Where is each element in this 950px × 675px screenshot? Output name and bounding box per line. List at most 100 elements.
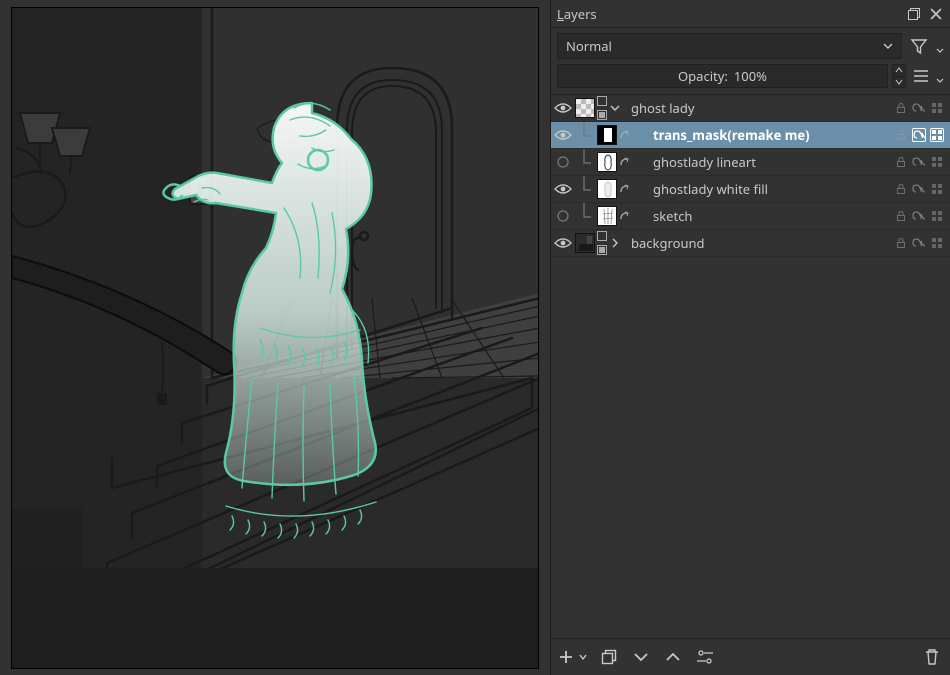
opacity-increment[interactable] (893, 65, 905, 77)
layer-row[interactable]: sketch (551, 203, 950, 230)
tree-elbow-icon (575, 122, 597, 149)
close-panel-icon[interactable] (928, 6, 944, 22)
opacity-value: 100% (734, 67, 767, 85)
layer-name-label[interactable]: trans_mask(remake me) (643, 126, 894, 144)
passthrough-icon[interactable] (595, 230, 609, 257)
duplicate-layer-button[interactable] (599, 647, 619, 667)
chevron-down-icon (883, 41, 893, 51)
tree-elbow-icon (575, 176, 597, 203)
inherit-alpha-icon[interactable] (617, 122, 631, 149)
opacity-spinbox (892, 64, 906, 88)
layer-thumb-area (575, 176, 617, 203)
alpha-indicator-icon[interactable] (912, 182, 926, 196)
visibility-off-icon[interactable] (551, 209, 575, 223)
panel-footer (551, 639, 950, 675)
move-layer-up-button[interactable] (663, 647, 683, 667)
layer-name-label[interactable]: ghostlady white fill (643, 180, 894, 198)
channel-indicator-icon[interactable] (930, 155, 944, 169)
layer-thumb-area (575, 233, 595, 253)
layer-name-label[interactable]: background (621, 234, 894, 252)
alpha-indicator-icon[interactable] (912, 128, 926, 142)
lock-icon[interactable] (894, 209, 908, 223)
panel-menu-caret-icon[interactable] (936, 67, 944, 85)
expand-placeholder (631, 149, 643, 176)
layer-indicator-group (894, 182, 950, 196)
canvas-area (0, 0, 550, 675)
layer-thumbnail (597, 125, 617, 145)
layer-row[interactable]: ghostlady lineart (551, 149, 950, 176)
layer-properties-button[interactable] (695, 647, 715, 667)
layer-name-label[interactable]: sketch (643, 207, 894, 225)
lock-icon[interactable] (894, 182, 908, 196)
layer-thumbnail (575, 233, 595, 253)
blend-mode-select[interactable]: Normal (557, 33, 902, 59)
visibility-eye-icon[interactable] (551, 236, 575, 250)
layer-row[interactable]: ghostlady white fill (551, 176, 950, 203)
tree-elbow-icon (575, 149, 597, 176)
layer-thumbnail (597, 152, 617, 172)
lock-icon[interactable] (894, 155, 908, 169)
layer-indicator-group (894, 236, 950, 250)
channel-indicator-icon[interactable] (930, 209, 944, 223)
lock-icon[interactable] (894, 101, 908, 115)
channel-indicator-icon[interactable] (930, 182, 944, 196)
layer-thumb-area (575, 122, 617, 149)
lock-icon[interactable] (894, 128, 908, 142)
add-layer-button[interactable] (559, 647, 587, 667)
layer-row[interactable]: ghost lady (551, 95, 950, 122)
float-panel-icon[interactable] (906, 6, 922, 22)
layer-thumbnail (597, 206, 617, 226)
visibility-eye-icon[interactable] (551, 101, 575, 115)
channel-indicator-icon[interactable] (930, 236, 944, 250)
layer-thumb-area (575, 149, 617, 176)
inherit-alpha-icon[interactable] (617, 203, 631, 230)
blend-mode-value: Normal (566, 37, 612, 55)
expand-right-icon[interactable] (609, 230, 621, 257)
panel-top-row: Normal (551, 28, 950, 64)
visibility-eye-icon[interactable] (551, 182, 575, 196)
layer-indicator-group (894, 155, 950, 169)
expand-placeholder (631, 203, 643, 230)
channel-indicator-icon[interactable] (930, 101, 944, 115)
visibility-off-icon[interactable] (551, 155, 575, 169)
panel-titlebar: Layers (551, 0, 950, 28)
delete-layer-button[interactable] (922, 647, 942, 667)
passthrough-icon[interactable] (595, 95, 609, 122)
layer-indicator-group (894, 128, 950, 142)
layer-thumbnail (597, 179, 617, 199)
panel-title: Layers (557, 5, 900, 23)
expand-placeholder (631, 122, 643, 149)
layer-list[interactable]: ghost lady trans_mask(remake me) ghostlady… (551, 94, 950, 639)
opacity-slider[interactable]: Opacity: 100% (557, 64, 888, 88)
opacity-decrement[interactable] (893, 77, 905, 88)
alpha-indicator-icon[interactable] (912, 236, 926, 250)
layer-thumbnail (575, 98, 595, 118)
move-layer-down-button[interactable] (631, 647, 651, 667)
layer-thumb-area (575, 203, 617, 230)
expand-down-icon[interactable] (609, 95, 621, 122)
layer-row[interactable]: trans_mask(remake me) (551, 122, 950, 149)
opacity-row: Opacity: 100% (551, 64, 950, 94)
tree-elbow-icon (575, 203, 597, 230)
lock-icon[interactable] (894, 236, 908, 250)
channel-indicator-icon[interactable] (930, 128, 944, 142)
layer-indicator-group (894, 209, 950, 223)
filter-dropdown-caret-icon[interactable] (936, 37, 944, 55)
inherit-alpha-icon[interactable] (617, 176, 631, 203)
expand-placeholder (631, 176, 643, 203)
layers-panel: Layers Normal Opacity: 100% ghost (550, 0, 950, 675)
alpha-indicator-icon[interactable] (912, 209, 926, 223)
layer-row[interactable]: background (551, 230, 950, 257)
visibility-eye-icon[interactable] (551, 128, 575, 142)
alpha-indicator-icon[interactable] (912, 155, 926, 169)
alpha-indicator-icon[interactable] (912, 101, 926, 115)
panel-menu-icon[interactable] (910, 65, 932, 87)
layer-filter-icon[interactable] (908, 35, 930, 57)
layer-indicator-group (894, 101, 950, 115)
canvas-viewport[interactable] (11, 7, 539, 669)
layer-name-label[interactable]: ghostlady lineart (643, 153, 894, 171)
opacity-label: Opacity: (678, 67, 728, 85)
inherit-alpha-icon[interactable] (617, 149, 631, 176)
layer-name-label[interactable]: ghost lady (621, 99, 894, 117)
layer-thumb-area (575, 98, 595, 118)
